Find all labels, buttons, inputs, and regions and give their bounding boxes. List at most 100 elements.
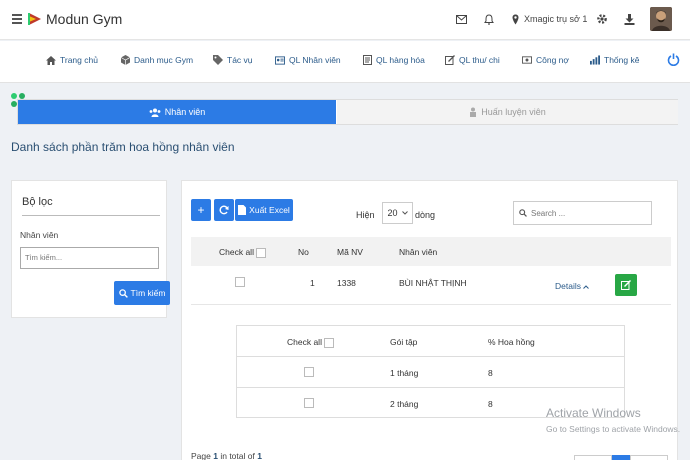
row-checkbox[interactable] [235, 277, 245, 287]
sub-check-all-checkbox[interactable] [324, 337, 335, 348]
tab-trainers[interactable]: Huấn luyện viên [337, 100, 678, 124]
pager-prev[interactable] [574, 455, 612, 460]
menu-icon[interactable] [12, 14, 22, 26]
pagination-middle: in total of [220, 451, 255, 460]
logo-icon [28, 13, 41, 25]
row-name: BÙI NHẬT THỊNH [399, 278, 467, 288]
row-code: 1338 [337, 278, 356, 288]
file-icon [238, 205, 247, 215]
page-size-select[interactable]: 20 [382, 202, 413, 224]
check-all-header[interactable]: Check all [219, 247, 267, 258]
top-bar: Modun Gym Xmagic trụ sở 1 [0, 0, 690, 40]
pager-next[interactable] [630, 455, 668, 460]
nav-item-debts[interactable]: Công nợ [522, 55, 569, 65]
commission-subtable: Check all Gói tập % Hoa hồng 1 tháng 8 2… [236, 325, 625, 418]
tab-label: Nhân viên [164, 107, 206, 117]
table-search-input[interactable]: Search ... [513, 201, 652, 225]
tab-staff[interactable]: Nhân viên [18, 100, 336, 124]
refresh-icon [219, 205, 229, 215]
staff-type-tabs: Nhân viên Huấn luyện viên [17, 99, 678, 125]
export-excel-label: Xuất Excel [249, 205, 290, 215]
divider [22, 215, 160, 216]
details-toggle[interactable]: Details [555, 281, 590, 291]
user-lock-icon [470, 107, 477, 117]
chevron-down-icon [401, 211, 408, 215]
plus-icon: + [197, 203, 205, 217]
nav-item-tasks[interactable]: Tác vụ [213, 55, 253, 65]
search-button-label: Tìm kiếm [130, 288, 166, 298]
search-icon [118, 288, 128, 298]
subtable-header: Check all Gói tập % Hoa hồng [237, 326, 624, 357]
row-checkbox[interactable] [304, 367, 314, 377]
chevron-up-icon [583, 285, 590, 289]
branch-selector[interactable]: Xmagic trụ sở 1 [524, 14, 587, 24]
subtable-row[interactable]: 1 tháng 8 [237, 357, 624, 388]
package-name: 2 tháng [390, 399, 419, 409]
add-button[interactable]: + [191, 199, 211, 221]
sub-check-all-header[interactable]: Check all [287, 337, 335, 348]
column-commission: % Hoa hồng [488, 337, 535, 347]
money-icon [522, 55, 532, 65]
home-icon [46, 55, 56, 65]
nav-item-income-expense[interactable]: QL thu/ chi [445, 55, 500, 65]
document-icon [362, 55, 372, 65]
pagination-info: Page 1 in total of 1 [191, 451, 262, 460]
page-title: Danh sách phần trăm hoa hồng nhân viên [11, 140, 235, 154]
search-icon [519, 209, 527, 217]
commission-value: 8 [488, 399, 493, 409]
nav-item-label: Tác vụ [227, 55, 253, 65]
mail-icon[interactable] [454, 12, 468, 26]
table-header: Check all No Mã NV Nhân viên [191, 237, 671, 266]
pagination-current: 1 [213, 451, 218, 460]
pager-current-page[interactable] [612, 455, 630, 460]
column-package: Gói tập [390, 337, 418, 347]
nav-item-staff[interactable]: QL Nhân viên [275, 55, 341, 65]
edit-icon [621, 280, 631, 290]
id-card-icon [275, 55, 285, 65]
nav-item-label: QL thu/ chi [459, 55, 500, 65]
users-icon [149, 108, 161, 117]
bell-icon[interactable] [482, 12, 496, 26]
power-icon[interactable] [667, 53, 680, 68]
bar-chart-icon [590, 55, 600, 65]
nav-item-statistics[interactable]: Thống kê [590, 55, 639, 65]
page-size-value: 20 [387, 208, 398, 218]
refresh-button[interactable] [214, 199, 234, 221]
edit-button[interactable] [615, 274, 637, 296]
nav-item-label: Công nợ [536, 55, 569, 65]
filter-panel: Bộ lọc Nhân viên Tìm kiếm... Tìm kiếm [11, 180, 170, 318]
page-size-unit: dòng [415, 210, 436, 220]
edit-icon [445, 55, 455, 65]
check-all-label: Check all [219, 247, 254, 257]
sub-check-all-label: Check all [287, 337, 322, 347]
table-row[interactable]: 1 1338 BÙI NHẬT THỊNH Details [191, 267, 671, 305]
package-name: 1 tháng [390, 368, 419, 378]
details-label: Details [555, 281, 581, 291]
filter-title: Bộ lọc [22, 196, 53, 208]
nav-item-label: Trang chủ [60, 55, 98, 65]
nav-item-label: QL hàng hóa [376, 55, 425, 65]
nav-item-home[interactable]: Trang chủ [46, 55, 98, 65]
staff-search-input[interactable]: Tìm kiếm... [20, 247, 159, 269]
column-name: Nhân viên [399, 247, 438, 257]
activation-watermark-text: Go to Settings to activate Windows. [546, 424, 681, 434]
column-code: Mã NV [337, 247, 363, 257]
tag-icon [213, 55, 223, 65]
nav-item-goods[interactable]: QL hàng hóa [362, 55, 425, 65]
search-placeholder: Search ... [531, 208, 566, 218]
export-excel-button[interactable]: Xuất Excel [235, 199, 293, 221]
commission-value: 8 [488, 368, 493, 378]
main-navigation: Trang chủ Danh mục Gym Tác vụ QL Nhân vi… [0, 41, 690, 107]
row-checkbox[interactable] [304, 398, 314, 408]
pagination-prefix: Page [191, 451, 211, 460]
download-icon[interactable] [622, 12, 636, 26]
nav-item-label: QL Nhân viên [289, 55, 341, 65]
gear-icon[interactable] [595, 12, 609, 26]
nav-item-gym-catalog[interactable]: Danh mục Gym [120, 55, 193, 65]
search-button[interactable]: Tìm kiếm [114, 281, 170, 305]
page-size-label: Hiện [356, 210, 375, 220]
brand-name[interactable]: Modun Gym [46, 11, 122, 27]
avatar[interactable] [650, 7, 672, 31]
check-all-checkbox[interactable] [256, 247, 267, 258]
column-no: No [298, 247, 309, 257]
